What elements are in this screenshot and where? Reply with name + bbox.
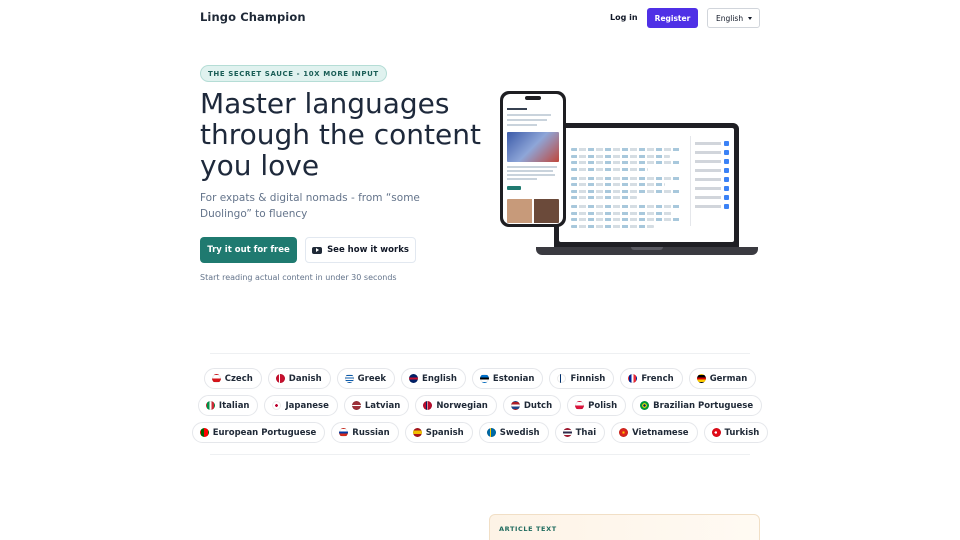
phone-mockup bbox=[500, 91, 566, 227]
language-pill[interactable]: Swedish bbox=[478, 422, 549, 443]
language-selector-value: English bbox=[716, 13, 744, 23]
language-name: Latvian bbox=[364, 400, 401, 411]
flag-icon bbox=[510, 401, 520, 410]
phone-tag-chip bbox=[507, 186, 521, 190]
flag-icon bbox=[272, 401, 282, 410]
language-name: Vietnamese bbox=[632, 427, 689, 438]
language-pill[interactable]: Estonian bbox=[471, 368, 544, 389]
language-pill[interactable]: Danish bbox=[267, 368, 331, 389]
flag-icon bbox=[562, 428, 572, 437]
languages-row-2: Italian Japanese Latvian Norwegian Dutch Poli… bbox=[197, 395, 763, 416]
language-name: Norwegian bbox=[436, 400, 488, 411]
laptop-screen-content bbox=[559, 128, 734, 242]
article-text-card: ARTICLE TEXT bbox=[489, 514, 760, 540]
register-button[interactable]: Register bbox=[647, 8, 698, 28]
language-pill[interactable]: English bbox=[401, 368, 466, 389]
flag-icon bbox=[557, 374, 567, 383]
language-name: French bbox=[641, 373, 674, 384]
see-how-it-works-button[interactable]: See how it works bbox=[305, 237, 416, 263]
flag-icon bbox=[479, 374, 489, 383]
flag-icon bbox=[409, 374, 419, 383]
flag-icon bbox=[412, 428, 422, 437]
flag-icon bbox=[711, 428, 721, 437]
reader-text-preview bbox=[571, 148, 681, 231]
flag-icon bbox=[486, 428, 496, 437]
flag-icon bbox=[351, 401, 361, 410]
language-name: Russian bbox=[352, 427, 390, 438]
vocab-side-panel bbox=[690, 136, 729, 226]
flag-icon bbox=[423, 401, 433, 410]
language-pill[interactable]: Brazilian Portuguese bbox=[632, 395, 763, 416]
hero-title: Master languages through the content you… bbox=[200, 87, 481, 182]
language-pill[interactable]: Thai bbox=[554, 422, 606, 443]
language-name: Japanese bbox=[285, 400, 329, 411]
language-name: Spanish bbox=[425, 427, 464, 438]
language-pill[interactable]: Czech bbox=[203, 368, 262, 389]
hero-tagline: Start reading actual content in under 30… bbox=[200, 273, 397, 282]
language-pill[interactable]: Vietnamese bbox=[611, 422, 698, 443]
see-how-it-works-label: See how it works bbox=[327, 245, 409, 255]
login-link[interactable]: Log in bbox=[610, 13, 638, 22]
language-pill[interactable]: Latvian bbox=[343, 395, 410, 416]
flag-icon bbox=[619, 428, 629, 437]
phone-screen-content bbox=[503, 94, 563, 224]
language-pill[interactable]: Japanese bbox=[264, 395, 338, 416]
hero-subtitle: For expats & digital nomads - from “some… bbox=[200, 192, 420, 220]
youtube-play-icon bbox=[312, 246, 323, 254]
language-selector[interactable]: English bbox=[707, 8, 760, 28]
languages-row-1: Czech Danish Greek English Estonian Finnish Fr… bbox=[203, 368, 757, 389]
flag-icon bbox=[205, 401, 215, 410]
language-pill[interactable]: Italian bbox=[197, 395, 259, 416]
chevron-down-icon bbox=[748, 16, 753, 20]
flag-icon bbox=[211, 374, 221, 383]
language-name: Danish bbox=[288, 373, 322, 384]
flag-icon bbox=[339, 428, 349, 437]
languages-section: Czech Danish Greek English Estonian Finnish Fr… bbox=[191, 353, 769, 455]
flag-icon bbox=[275, 374, 285, 383]
language-pill[interactable]: German bbox=[688, 368, 757, 389]
flag-icon bbox=[640, 401, 650, 410]
language-pill[interactable]: Spanish bbox=[404, 422, 473, 443]
flag-icon bbox=[628, 374, 638, 383]
language-name: Italian bbox=[218, 400, 250, 411]
language-pill[interactable]: Polish bbox=[567, 395, 627, 416]
laptop-mockup bbox=[554, 123, 739, 247]
laptop-base bbox=[536, 247, 758, 255]
article-text-label: ARTICLE TEXT bbox=[499, 525, 557, 533]
flag-icon bbox=[575, 401, 585, 410]
language-name: Thai bbox=[575, 427, 597, 438]
language-pill[interactable]: European Portuguese bbox=[191, 422, 326, 443]
flag-icon bbox=[344, 374, 354, 383]
brand-logo[interactable]: Lingo Champion bbox=[200, 10, 306, 24]
language-name: European Portuguese bbox=[212, 427, 317, 438]
phone-notch bbox=[525, 96, 541, 100]
language-name: Dutch bbox=[523, 400, 553, 411]
language-pill[interactable]: Dutch bbox=[502, 395, 562, 416]
try-free-button[interactable]: Try it out for free bbox=[200, 237, 297, 263]
flag-icon bbox=[199, 428, 209, 437]
language-name: Greek bbox=[357, 373, 387, 384]
hero-badge: THE SECRET SAUCE - 10X MORE INPUT bbox=[200, 65, 387, 82]
language-pill[interactable]: French bbox=[620, 368, 683, 389]
language-name: German bbox=[709, 373, 748, 384]
languages-row-3: European Portuguese Russian Spanish Swedish… bbox=[191, 422, 769, 443]
language-name: Czech bbox=[224, 373, 253, 384]
language-name: Turkish bbox=[724, 427, 760, 438]
language-pill[interactable]: Russian bbox=[331, 422, 399, 443]
flag-icon bbox=[696, 374, 706, 383]
language-name: English bbox=[422, 373, 457, 384]
top-nav: Lingo Champion Log in Register English bbox=[200, 8, 760, 28]
language-pill[interactable]: Finnish bbox=[549, 368, 615, 389]
language-name: Finnish bbox=[570, 373, 606, 384]
language-pill[interactable]: Turkish bbox=[703, 422, 769, 443]
phone-news-image bbox=[507, 132, 559, 162]
language-name: Polish bbox=[588, 400, 618, 411]
phone-portrait-image bbox=[507, 199, 559, 223]
language-name: Swedish bbox=[499, 427, 540, 438]
language-pill[interactable]: Norwegian bbox=[415, 395, 497, 416]
language-pill[interactable]: Greek bbox=[336, 368, 396, 389]
language-name: Brazilian Portuguese bbox=[653, 400, 754, 411]
language-name: Estonian bbox=[492, 373, 535, 384]
